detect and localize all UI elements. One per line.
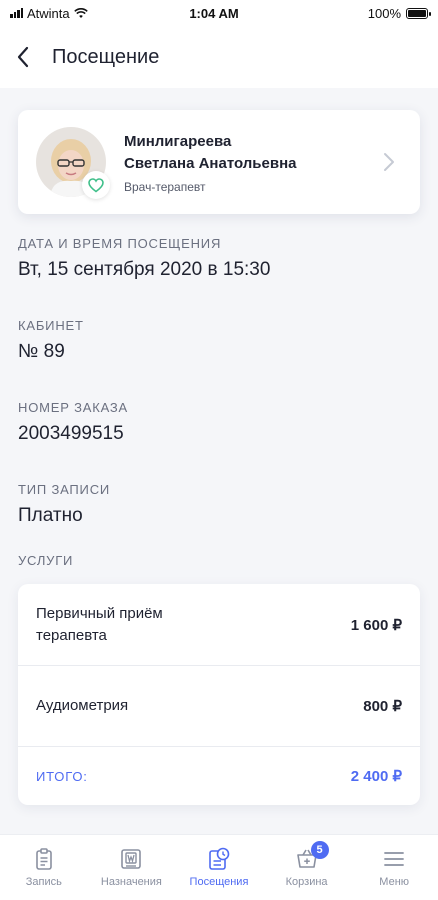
service-price: 800 ₽: [363, 698, 402, 715]
wifi-icon: [73, 7, 88, 18]
service-name-line: Первичный приём: [36, 604, 163, 622]
total-label: ИТОГО:: [36, 768, 88, 784]
back-button[interactable]: [16, 43, 36, 71]
prescription-icon: [121, 849, 142, 869]
status-right: 100%: [288, 5, 431, 21]
doctor-given-names: Светлана Анатольевна: [124, 154, 297, 172]
type-section: ТИП ЗАПИСИ Платно: [18, 482, 110, 527]
tab-visits[interactable]: Посещения: [175, 835, 263, 900]
avatar: [36, 127, 110, 199]
datetime-section: ДАТА И ВРЕМЯ ПОСЕЩЕНИЯ Вт, 15 сентября 2…: [18, 236, 270, 281]
battery-icon: [406, 7, 431, 19]
service-name: Первичный приём терапевта: [36, 603, 163, 647]
clipboard-icon: [35, 848, 52, 870]
chevron-right-icon: [384, 153, 394, 171]
heart-icon: [88, 177, 104, 192]
tab-bar: Запись Назначения Посещения 5 Корзина Ме…: [0, 834, 438, 900]
room-value: № 89: [18, 341, 65, 362]
nav-header: Посещение: [0, 26, 438, 88]
services-card: Первичный приём терапевта 1 600 ₽ Аудиом…: [18, 584, 420, 805]
order-label: НОМЕР ЗАКАЗА: [18, 400, 129, 415]
tab-label: Запись: [25, 876, 62, 888]
service-name-line: терапевта: [36, 626, 107, 644]
battery-fill: [408, 9, 426, 17]
status-time: 1:04 AM: [189, 5, 239, 21]
tab-appointment[interactable]: Запись: [0, 835, 88, 900]
tab-label: Посещения: [189, 876, 249, 888]
order-value: 2003499515: [18, 423, 124, 444]
tab-label: Назначения: [100, 876, 162, 888]
datetime-value: Вт, 15 сентября 2020 в 15:30: [18, 259, 271, 280]
cart-count-badge: 5: [310, 841, 329, 859]
service-name: Аудиометрия: [36, 697, 129, 714]
room-section: КАБИНЕТ № 89: [18, 318, 84, 363]
total-row: ИТОГО: 2 400 ₽: [18, 747, 420, 805]
tab-cart[interactable]: 5 Корзина: [263, 835, 351, 900]
carrier-name: Atwinta: [27, 5, 70, 21]
menu-icon: [384, 852, 405, 866]
cart-icon-wrap: 5: [295, 841, 329, 871]
service-row: Первичный приём терапевта 1 600 ₽: [18, 584, 420, 666]
favorite-button[interactable]: [82, 171, 110, 199]
tab-label: Меню: [379, 876, 410, 888]
type-value: Платно: [18, 505, 83, 526]
room-label: КАБИНЕТ: [18, 318, 84, 333]
tab-menu[interactable]: Меню: [350, 835, 438, 900]
page-title: Посещение: [52, 45, 160, 68]
status-left: Atwinta: [10, 6, 160, 21]
doctor-card[interactable]: Минлигареева Светлана Анатольевна Врач-т…: [18, 110, 420, 214]
visits-clock-icon: [209, 847, 230, 870]
datetime-label: ДАТА И ВРЕМЯ ПОСЕЩЕНИЯ: [18, 236, 222, 251]
doctor-info: Минлигареева Светлана Анатольевна Врач-т…: [124, 131, 382, 194]
signal-icon: [10, 8, 23, 18]
order-section: НОМЕР ЗАКАЗА 2003499515: [18, 400, 128, 445]
tab-prescriptions[interactable]: Назначения: [88, 835, 176, 900]
type-label: ТИП ЗАПИСИ: [18, 482, 111, 497]
doctor-surname: Минлигареева: [124, 132, 232, 150]
service-price: 1 600 ₽: [350, 616, 402, 634]
service-row: Аудиометрия 800 ₽: [18, 666, 420, 747]
doctor-role: Врач-терапевт: [124, 179, 206, 194]
total-price: 2 400 ₽: [350, 768, 402, 785]
services-section: УСЛУГИ: [18, 553, 73, 568]
status-bar: Atwinta 1:04 AM 100%: [0, 0, 438, 26]
services-label: УСЛУГИ: [18, 553, 74, 568]
tab-label: Корзина: [285, 876, 328, 888]
chevron-left-icon: [17, 46, 29, 68]
battery-percent: 100%: [367, 5, 401, 21]
